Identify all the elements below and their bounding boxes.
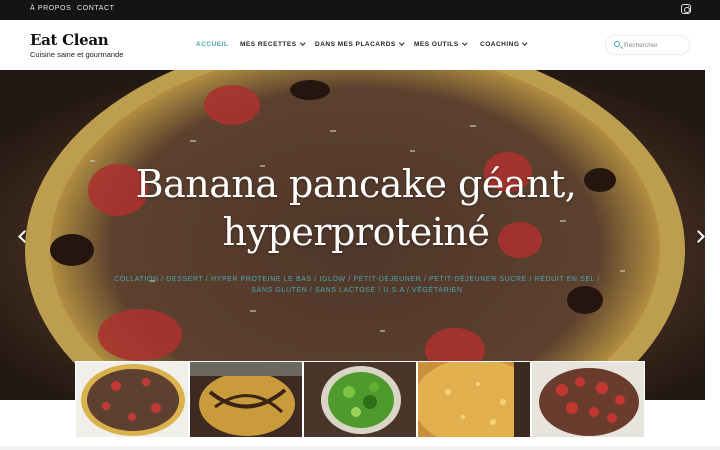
chevron-down-icon bbox=[462, 40, 467, 46]
thumbnail-image bbox=[190, 362, 302, 437]
search-icon[interactable] bbox=[614, 41, 620, 47]
topbar-link-about[interactable]: À PROPOS bbox=[30, 5, 71, 12]
top-bar: À PROPOS CONTACT bbox=[0, 0, 720, 20]
search-box[interactable] bbox=[605, 35, 690, 55]
hero-title[interactable]: Banana pancake géant, hyperproteiné bbox=[0, 160, 712, 256]
nav-item-coaching[interactable]: COACHING bbox=[480, 40, 528, 48]
nav-item-mes-recettes[interactable]: MES RECETTES bbox=[240, 40, 305, 48]
site-header: Eat Clean Cuisine saine et gourmande ACC… bbox=[0, 20, 720, 70]
topbar-link-contact[interactable]: CONTACT bbox=[77, 5, 115, 12]
nav-label: MES RECETTES bbox=[240, 41, 297, 48]
category-links-line[interactable]: COLLATION / DESSERT / HYPER PROTEINE LE … bbox=[112, 274, 602, 285]
thumbnail-green-peppers[interactable] bbox=[303, 361, 417, 438]
thumbnail-strawberry-dessert[interactable] bbox=[531, 361, 645, 438]
hero-title-line: hyperproteiné bbox=[222, 210, 490, 254]
hero-title-line: Banana pancake géant, bbox=[135, 162, 577, 206]
thumbnail-chocolate-cake[interactable] bbox=[189, 361, 303, 438]
site-title[interactable]: Eat Clean bbox=[30, 31, 109, 49]
nav-label: MES OUTILS bbox=[414, 41, 459, 48]
nav-label: DANS MES PLACARDS bbox=[315, 41, 396, 48]
hero-slider[interactable]: Banana pancake géant, hyperproteiné COLL… bbox=[0, 70, 720, 400]
nav-item-accueil[interactable]: ACCUEIL bbox=[196, 41, 228, 48]
thumbnail-image bbox=[76, 362, 188, 437]
thumbnail-image bbox=[532, 362, 644, 437]
chevron-down-icon bbox=[299, 40, 305, 46]
hero-categories[interactable]: COLLATION / DESSERT / HYPER PROTEINE LE … bbox=[112, 274, 602, 296]
search-input[interactable] bbox=[624, 39, 686, 52]
chevron-down-icon bbox=[399, 40, 404, 46]
thumbnail-image bbox=[304, 362, 416, 437]
instagram-icon[interactable] bbox=[681, 4, 691, 14]
thumbnail-image bbox=[418, 362, 530, 437]
thumbnail-tart[interactable] bbox=[417, 361, 531, 438]
nav-label: COACHING bbox=[480, 41, 520, 48]
chevron-down-icon bbox=[522, 40, 528, 46]
site-tagline: Cuisine saine et gourmande bbox=[30, 50, 124, 59]
thumbnail-banana-pancake[interactable] bbox=[75, 361, 189, 438]
nav-label: ACCUEIL bbox=[196, 41, 229, 48]
thumbnail-strip bbox=[75, 361, 645, 438]
page-bottom-divider bbox=[0, 446, 720, 450]
nav-item-dans-mes-placards[interactable]: DANS MES PLACARDS bbox=[315, 40, 404, 48]
category-links-line[interactable]: SANS GLUTEN / SANS LACTOSE / U.S.A / VÉG… bbox=[112, 285, 602, 296]
nav-item-mes-outils[interactable]: MES OUTILS bbox=[414, 40, 467, 48]
